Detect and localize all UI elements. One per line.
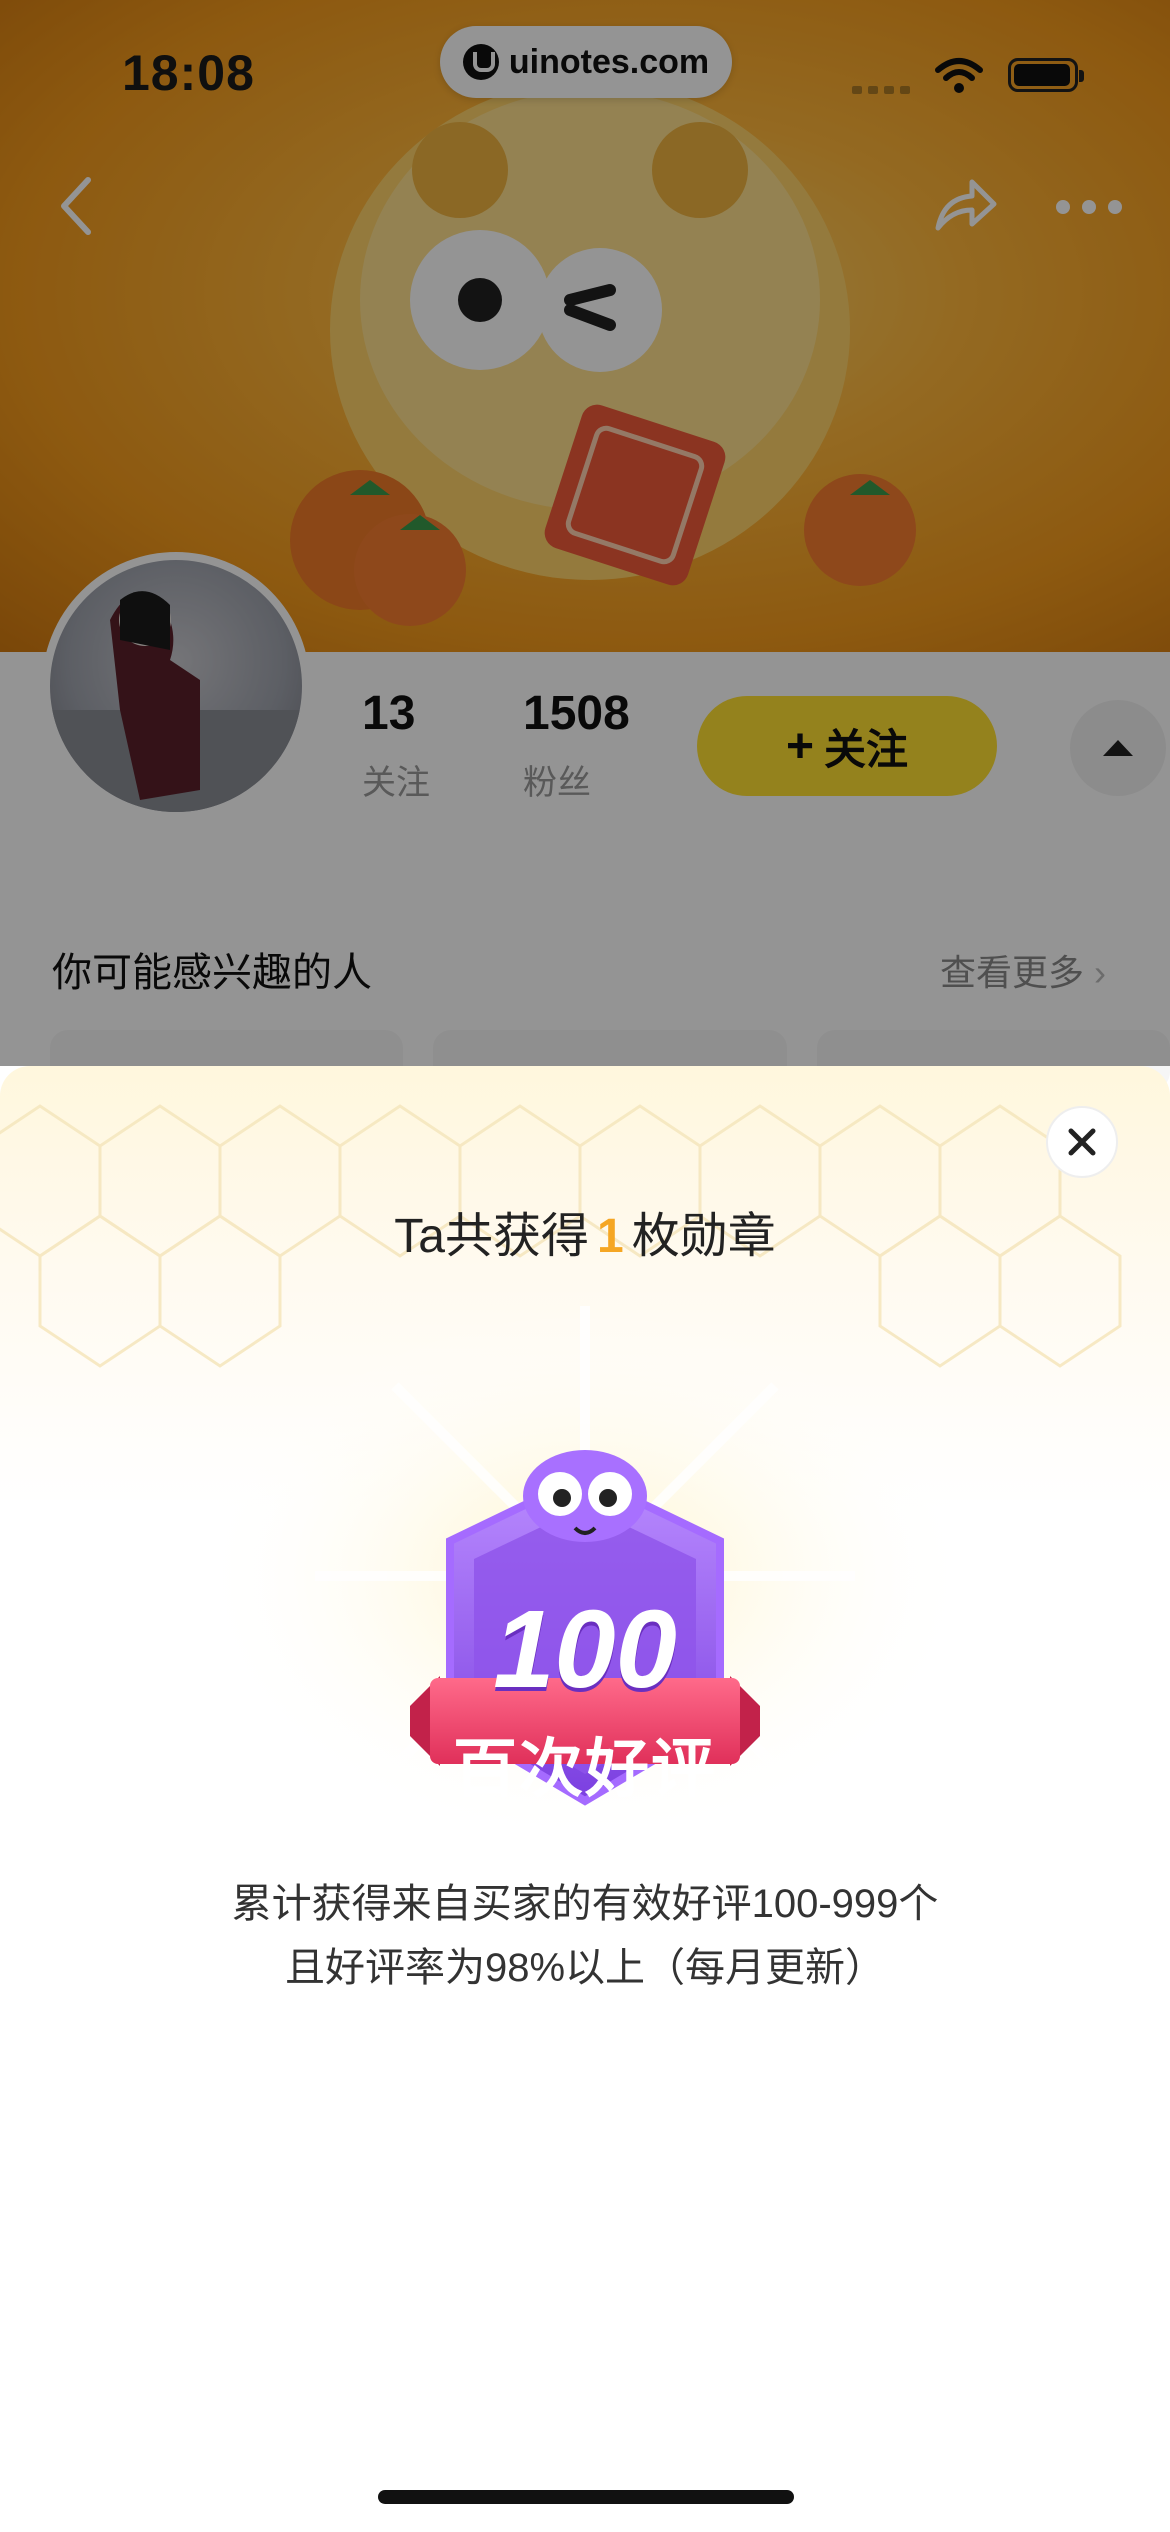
medal-count: 1 [596,1210,624,1263]
sheet-title-prefix: Ta共获得 [394,1210,589,1263]
close-icon [1068,1128,1096,1156]
badge-number: 100 [493,1588,677,1711]
badge-description-line-1: 累计获得来自买家的有效好评100-999个 [231,1882,939,1926]
badge-description: 累计获得来自买家的有效好评100-999个 且好评率为98%以上（每月更新） [0,1872,1170,2000]
home-indicator[interactable] [378,2490,794,2504]
badge-name: 百次好评 [453,1733,717,1805]
modal-overlay[interactable] [0,0,1170,1066]
close-button[interactable] [1046,1106,1118,1178]
badge-description-line-2: 且好评率为98%以上（每月更新） [284,1946,886,1990]
sheet-title: Ta共获得 1 枚勋章 [0,1196,1170,1266]
medal-sheet: Ta共获得 1 枚勋章 100 百次好评 累计获得来自买家的有效好评100-99… [0,1066,1170,2532]
sheet-title-suffix: 枚勋章 [631,1210,776,1263]
